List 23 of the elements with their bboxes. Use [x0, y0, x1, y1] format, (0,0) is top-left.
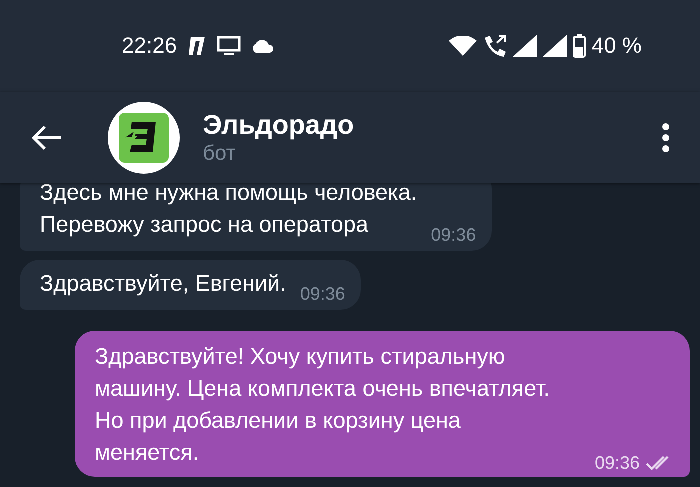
chat-subtitle: бот — [203, 140, 237, 166]
clock: 22:26 — [122, 33, 178, 59]
message-time: 09:36 — [300, 283, 346, 306]
monitor-icon — [217, 36, 242, 56]
notification-icon — [187, 37, 208, 55]
battery-level: 40 % — [592, 33, 642, 59]
cloud-icon — [251, 39, 276, 53]
message-text: Здравствуйте, Евгений. — [40, 270, 286, 298]
back-button[interactable] — [32, 124, 62, 150]
message-text: Здравствуйте! Хочу купить стиральную машину. Цена комплекта очень впечатляет. Но при добавлении в корзину цена меняется. — [95, 343, 551, 467]
signal-icon — [512, 35, 537, 57]
menu-button[interactable] — [662, 122, 670, 152]
phone-call-icon — [482, 35, 507, 57]
back-arrow-icon — [32, 124, 62, 150]
avatar-logo[interactable] — [108, 102, 180, 174]
battery-icon — [572, 34, 586, 58]
message-text: Здесь мне нужна помощь человека. Перевожу запрос на оператора — [40, 183, 418, 239]
signal-icon — [542, 35, 567, 57]
chat-title: Эльдорадо — [203, 108, 354, 140]
wifi-icon — [448, 36, 477, 56]
message-time: 09:36 — [594, 452, 640, 475]
menu-icon — [662, 122, 670, 152]
message-time: 09:36 — [431, 224, 476, 247]
